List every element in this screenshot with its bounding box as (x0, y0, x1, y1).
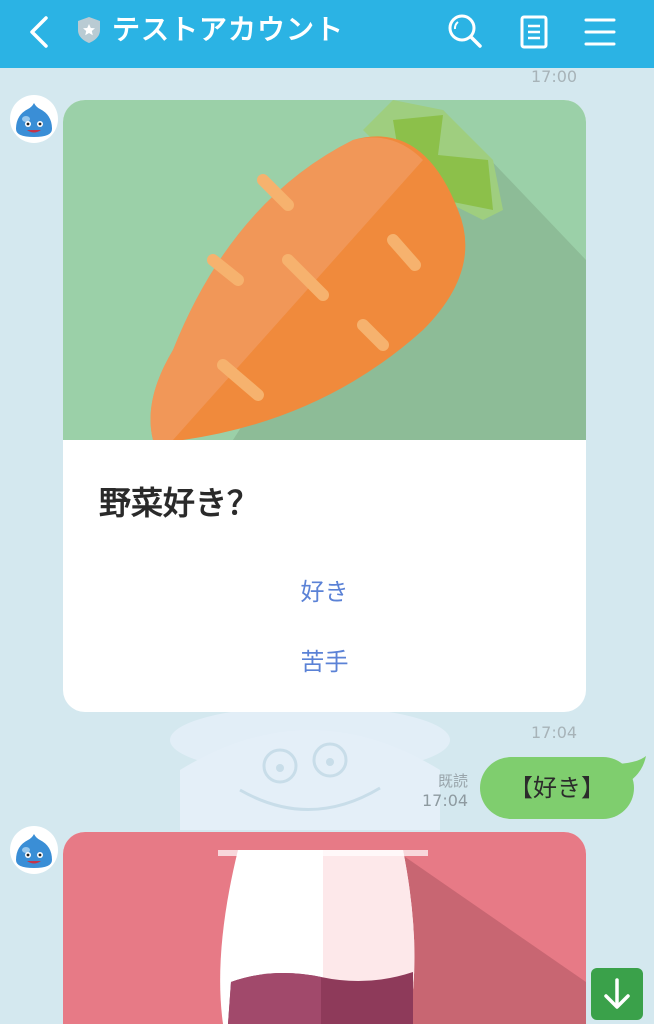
menu-icon[interactable] (580, 12, 620, 52)
card-title: 野菜好き？ (99, 484, 260, 522)
slime-icon (16, 834, 52, 868)
chat-header: テストアカウント (0, 0, 654, 68)
slime-icon (16, 103, 52, 137)
chat-title: テストアカウント (112, 13, 345, 46)
read-status: 既読 (437, 772, 468, 790)
slime-avatar[interactable] (10, 826, 58, 874)
timestamp: 17:00 (531, 67, 578, 86)
background-mascot-illustration (170, 706, 450, 830)
note-icon[interactable] (514, 12, 554, 52)
flex-card-vegetable: 野菜好き？ 好き 苦手 (63, 100, 586, 712)
shield-star-icon (78, 17, 100, 43)
slime-avatar[interactable] (10, 95, 58, 143)
action-dislike-button[interactable]: 苦手 (63, 642, 586, 677)
sent-timestamp: 17:04 (422, 791, 469, 810)
arrow-down-icon (604, 978, 630, 1009)
flex-card-wine (63, 832, 586, 1024)
carrot-image (63, 100, 586, 440)
back-chevron-icon[interactable] (22, 12, 56, 52)
search-icon[interactable] (445, 12, 485, 52)
action-like-button[interactable]: 好き (63, 572, 586, 607)
wine-glass-image (63, 832, 586, 1024)
sent-message-bubble[interactable]: 【好き】 (480, 757, 634, 819)
scroll-to-bottom-button[interactable] (591, 968, 643, 1020)
timestamp: 17:04 (531, 723, 578, 742)
